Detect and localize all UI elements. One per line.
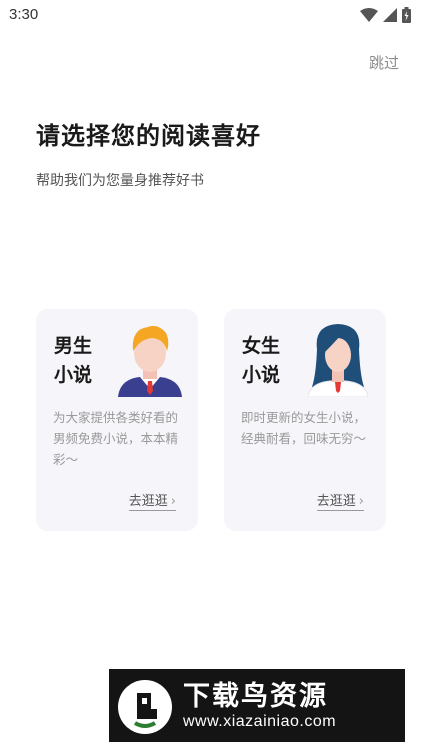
status-bar: 3:30 xyxy=(0,0,423,30)
card-title-line2: 小说 xyxy=(242,364,281,386)
cellular-signal-icon xyxy=(383,8,397,22)
browse-link-label: 去逛逛 xyxy=(128,494,168,509)
browse-link[interactable]: 去逛逛 › xyxy=(316,490,364,511)
watermark-banner: 下载鸟资源 www.xiazainiao.com xyxy=(109,669,405,742)
chevron-right-icon: › xyxy=(358,494,364,509)
card-title: 女生 小说 xyxy=(242,332,302,390)
status-time: 3:30 xyxy=(9,6,39,23)
browse-link-label: 去逛逛 xyxy=(316,494,356,509)
male-avatar-icon xyxy=(118,325,182,397)
chevron-right-icon: › xyxy=(170,494,176,509)
wifi-icon xyxy=(360,8,378,22)
watermark-title: 下载鸟资源 xyxy=(183,681,328,712)
card-title-line1: 男生 xyxy=(54,335,93,357)
female-avatar-icon xyxy=(307,324,369,397)
battery-icon xyxy=(402,7,411,23)
female-novel-card[interactable]: 女生 小说 即时更新的女生小说，经典耐看，回味无穷～ 去逛逛 › xyxy=(224,309,386,531)
page-subtitle: 帮助我们为您量身推荐好书 xyxy=(36,173,204,189)
card-title-line1: 女生 xyxy=(242,335,281,357)
skip-button[interactable]: 跳过 xyxy=(369,52,399,73)
card-description: 即时更新的女生小说，经典耐看，回味无穷～ xyxy=(241,410,367,446)
page-title: 请选择您的阅读喜好 xyxy=(36,122,261,150)
card-title-line2: 小说 xyxy=(54,364,93,386)
card-title: 男生 小说 xyxy=(54,332,114,390)
browse-link[interactable]: 去逛逛 › xyxy=(128,490,176,511)
male-novel-card[interactable]: 男生 小说 为大家提供各类好看的男频免费小说，本本精彩～ 去逛逛 › xyxy=(36,309,198,531)
status-icons xyxy=(360,7,411,23)
bird-logo-icon xyxy=(118,680,172,734)
watermark-url: www.xiazainiao.com xyxy=(183,713,337,730)
card-description: 为大家提供各类好看的男频免费小说，本本精彩～ xyxy=(53,410,179,467)
